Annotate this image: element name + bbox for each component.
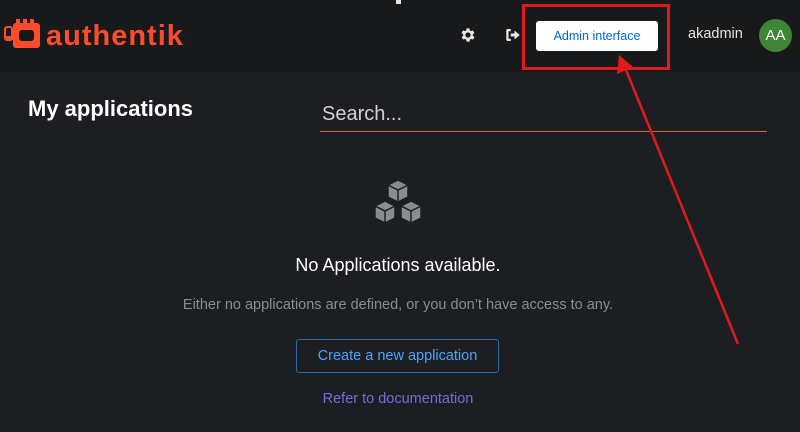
create-application-button[interactable]: Create a new application xyxy=(296,339,499,373)
authentik-logo-icon xyxy=(4,19,40,48)
logout-button[interactable] xyxy=(502,24,524,46)
page-title: My applications xyxy=(28,96,194,121)
avatar-initials: AA xyxy=(765,27,786,44)
empty-state-title: No Applications available. xyxy=(295,255,501,275)
page: authentik Admin interface akadmin AA My … xyxy=(0,0,800,432)
brand-logo[interactable]: authentik xyxy=(2,14,184,58)
avatar[interactable]: AA xyxy=(759,19,792,52)
sign-out-icon xyxy=(506,29,520,41)
documentation-link[interactable]: Refer to documentation xyxy=(0,391,796,407)
cubes-icon xyxy=(374,179,422,224)
brand-logo-text: authentik xyxy=(46,20,184,52)
gear-icon xyxy=(461,28,475,42)
empty-state-body: Either no applications are defined, or y… xyxy=(182,297,614,313)
highlight-annotation-box xyxy=(522,4,670,70)
top-edge-marker xyxy=(396,0,401,4)
top-header: authentik Admin interface akadmin AA xyxy=(0,0,800,72)
username-label[interactable]: akadmin xyxy=(688,26,743,42)
settings-button[interactable] xyxy=(457,24,479,46)
search-input[interactable] xyxy=(320,97,767,132)
